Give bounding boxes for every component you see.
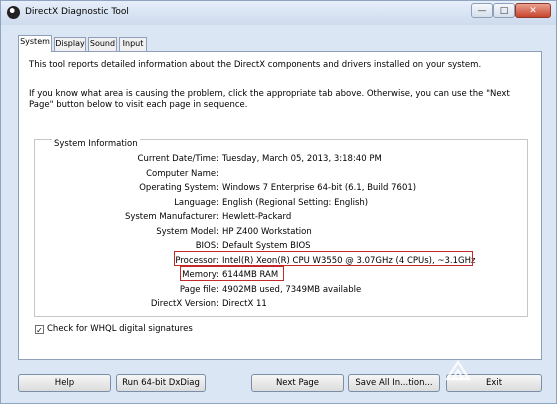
whql-checkbox[interactable]: ✓ <box>35 325 44 335</box>
info-row-directx-version: DirectX Version: DirectX 11 <box>35 299 525 312</box>
tab-input[interactable]: Input <box>119 37 147 51</box>
info-label: DirectX Version: <box>150 299 219 309</box>
info-row-date: Current Date/Time: Tuesday, March 05, 20… <box>35 154 525 167</box>
system-tab-panel: This tool reports detailed information a… <box>18 51 542 360</box>
info-row-os: Operating System: Windows 7 Enterprise 6… <box>35 183 525 196</box>
memory-highlight-box <box>180 266 284 281</box>
info-value: DirectX 11 <box>222 299 267 309</box>
whql-label: Check for WHQL digital signatures <box>47 324 193 334</box>
run-64bit-dxdiag-button[interactable]: Run 64-bit DxDiag <box>116 374 206 392</box>
info-label: System Model: <box>156 226 219 237</box>
watermark-icon <box>444 359 472 381</box>
info-label: Page file: <box>179 284 219 295</box>
intro-text: This tool reports detailed information a… <box>29 60 482 70</box>
info-row-computer-name: Computer Name: <box>35 169 525 182</box>
info-value: HP Z400 Workstation <box>222 226 312 237</box>
tab-sound[interactable]: Sound <box>88 37 117 51</box>
directx-app-icon <box>7 6 20 19</box>
help-button[interactable]: Help <box>18 374 111 392</box>
maximize-button[interactable]: □ <box>493 3 515 18</box>
info-label: Computer Name: <box>146 168 219 179</box>
watermark-logo <box>444 353 556 389</box>
group-title: System Information <box>52 139 140 149</box>
info-value: Hewlett-Packard <box>222 212 292 222</box>
info-value: 4902MB used, 7349MB available <box>222 284 362 295</box>
close-button[interactable]: ✕ <box>515 3 551 18</box>
info-value: Tuesday, March 05, 2013, 3:18:40 PM <box>222 154 382 164</box>
minimize-button[interactable]: — <box>471 3 493 18</box>
intro-instructions: If you know what area is causing the pro… <box>29 89 510 110</box>
tab-display[interactable]: Display <box>54 37 86 51</box>
info-label: System Manufacturer: <box>124 212 219 222</box>
info-row-manufacturer: System Manufacturer: Hewlett-Packard <box>35 212 525 225</box>
info-value: Default System BIOS <box>222 241 311 251</box>
processor-highlight-box <box>174 251 473 266</box>
info-row-model: System Model: HP Z400 Workstation <box>35 227 525 240</box>
info-value: Windows 7 Enterprise 64-bit (6.1, Build … <box>222 183 417 193</box>
dxdiag-window: DirectX Diagnostic Tool — □ ✕ System Dis… <box>0 0 557 404</box>
info-label: Operating System: <box>139 183 219 193</box>
info-label: Current Date/Time: <box>137 154 219 164</box>
system-information-group: System Information Current Date/Time: Tu… <box>34 139 528 317</box>
window-title: DirectX Diagnostic Tool <box>25 7 129 17</box>
info-label: BIOS: <box>195 241 219 251</box>
info-row-page-file: Page file: 4902MB used, 7349MB available <box>35 285 525 298</box>
next-page-button[interactable]: Next Page <box>251 374 344 392</box>
title-bar[interactable]: DirectX Diagnostic Tool — □ ✕ <box>1 1 556 25</box>
tab-system[interactable]: System <box>18 35 52 52</box>
save-all-information-button[interactable]: Save All In...tion... <box>348 374 440 392</box>
info-row-language: Language: English (Regional Setting: Eng… <box>35 198 525 211</box>
info-label: Language: <box>174 197 219 208</box>
info-value: English (Regional Setting: English) <box>222 197 369 208</box>
